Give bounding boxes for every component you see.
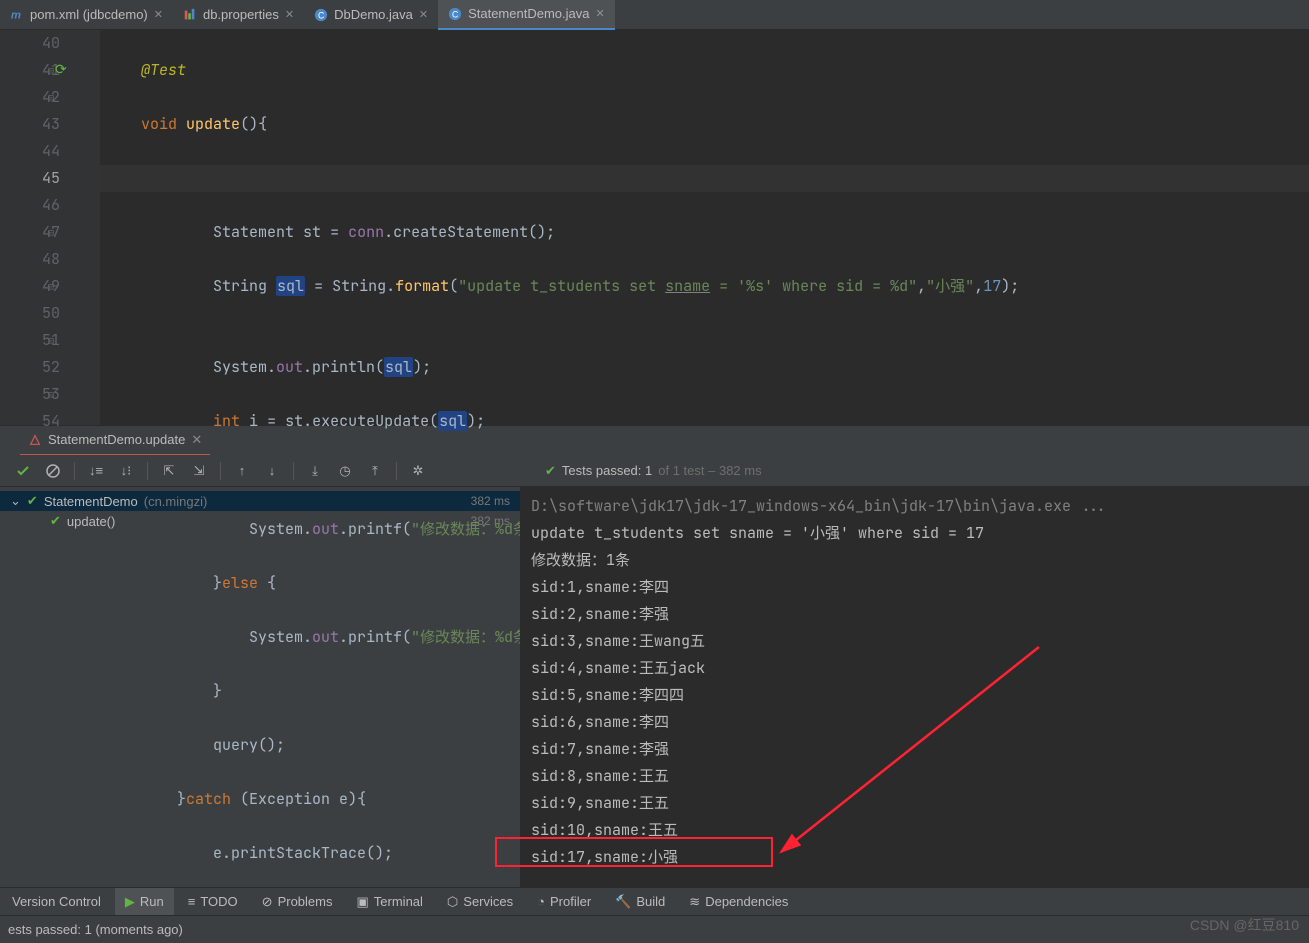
next-button[interactable]: ↓ [259,458,285,484]
services-icon: ⬡ [447,894,458,910]
tab-pom[interactable]: m pom.xml (jdbcdemo) ✕ [0,0,173,30]
todo-button[interactable]: ≡TODO [178,888,248,916]
problems-button[interactable]: ⊘Problems [252,888,343,916]
profiler-icon: ◔ [537,894,545,909]
close-icon[interactable]: ✕ [419,8,428,21]
svg-text:C: C [318,10,324,20]
editor-tabs: m pom.xml (jdbcdemo) ✕ db.properties ✕ C… [0,0,1309,30]
editor[interactable]: 40 41⟳⊟ 42⊟ 43 44 45 46 47⊟ 48 49⊟ 50 51… [0,30,1309,425]
fold-icon[interactable]: ⊟ [48,327,54,354]
services-button[interactable]: ⬡Services [437,888,523,916]
fold-icon[interactable]: ⊟ [48,381,54,408]
run-toolbar: ↓≡ ↓⁝ ⇱ ⇲ ↑ ↓ ⤓ ◷ ⤒ ✲ ✔ Tests passed: 1 … [0,455,1309,487]
svg-text:m: m [11,9,21,21]
play-icon: ▶ [125,894,135,910]
layers-icon: ≋ [689,894,700,910]
close-icon[interactable]: ✕ [285,8,294,21]
console-output[interactable]: D:\software\jdk17\jdk-17_windows-x64_bin… [520,487,1309,907]
warning-icon: ⊘ [262,894,273,910]
gutter: 40 41⟳⊟ 42⊟ 43 44 45 46 47⊟ 48 49⊟ 50 51… [0,30,100,425]
check-icon: ✔ [545,463,556,479]
terminal-icon: ▣ [357,894,369,910]
code-area[interactable]: @Test void update(){ try{ Statement st =… [100,30,1309,425]
props-icon [183,8,197,22]
check-icon: ✔ [50,513,61,529]
fold-icon[interactable]: ⊟ [48,57,54,84]
version-control-button[interactable]: Version Control [2,888,111,916]
profiler-button[interactable]: ◔Profiler [527,888,601,916]
tab-label: StatementDemo.java [468,6,589,21]
close-icon[interactable]: ✕ [191,432,202,448]
export-button[interactable]: ⤒ [362,458,388,484]
show-passed-button[interactable] [10,458,36,484]
fold-icon[interactable]: ⊟ [48,84,54,111]
terminal-button[interactable]: ▣Terminal [347,888,433,916]
svg-text:C: C [452,9,458,19]
fold-icon[interactable]: ⊟ [48,273,54,300]
build-button[interactable]: 🔨Build [605,888,675,916]
show-ignored-button[interactable] [40,458,66,484]
tab-dbprops[interactable]: db.properties ✕ [173,0,304,30]
sort2-button[interactable]: ↓⁝ [113,458,139,484]
hammer-icon: 🔨 [615,894,631,910]
fold-icon[interactable]: ⊟ [48,219,54,246]
tab-dbdemo[interactable]: C DbDemo.java ✕ [304,0,438,30]
java-class-icon: C [314,8,328,22]
run-button[interactable]: ▶Run [115,888,174,916]
prev-button[interactable]: ↑ [229,458,255,484]
settings-button[interactable]: ✲ [405,458,431,484]
watermark: CSDN @红豆810 [1190,915,1299,935]
tool-window-bar: Version Control ▶Run ≡TODO ⊘Problems ▣Te… [0,887,1309,915]
expand-all-button[interactable]: ⇱ [156,458,182,484]
run-gutter-icon[interactable]: ⟳ [55,57,67,84]
import-button[interactable]: ⤓ [302,458,328,484]
java-class-icon: C [448,7,462,21]
tab-label: db.properties [203,7,279,22]
tests-status: ✔ Tests passed: 1 of 1 test – 382 ms [545,463,762,479]
chevron-down-icon[interactable]: ⌄ [10,493,21,509]
tab-label: pom.xml (jdbcdemo) [30,7,148,22]
close-icon[interactable]: ✕ [154,8,163,21]
close-icon[interactable]: ✕ [595,7,604,20]
sort-button[interactable]: ↓≡ [83,458,109,484]
dependencies-button[interactable]: ≋Dependencies [679,888,798,916]
tab-label: DbDemo.java [334,7,413,22]
check-icon: ✔ [27,493,38,509]
history-button[interactable]: ◷ [332,458,358,484]
maven-icon: m [10,8,24,22]
highlight-box [495,837,773,867]
collapse-all-button[interactable]: ⇲ [186,458,212,484]
tab-statementdemo[interactable]: C StatementDemo.java ✕ [438,0,615,30]
list-icon: ≡ [188,894,196,909]
status-bar: ests passed: 1 (moments ago) [0,915,1309,943]
